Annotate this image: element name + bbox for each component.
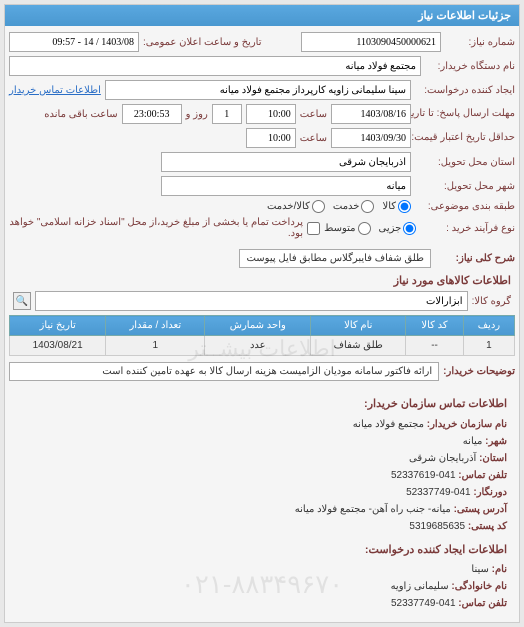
province-label: استان محل تحویل: [415, 157, 515, 168]
city-label: شهر محل تحویل: [415, 181, 515, 192]
r-name: سینا [471, 564, 488, 575]
panel-body: شماره نیاز: تاریخ و ساعت اعلان عمومی: نا… [5, 26, 519, 622]
process-radio-group: جزیی متوسط [324, 222, 416, 235]
proc-partial-radio[interactable]: جزیی [379, 222, 417, 235]
announce-input[interactable] [9, 32, 139, 52]
td-5: 1403/08/21 [10, 336, 106, 356]
group-input[interactable] [35, 291, 468, 311]
days-and-label: روز و [186, 109, 208, 120]
creator-label: ایجاد کننده درخواست: [415, 85, 515, 96]
summary-label: شرح کلی نیاز: [435, 253, 515, 264]
c-phone-l: تلفن تماس: [458, 470, 507, 481]
contact-link[interactable]: اطلاعات تماس خریدار [9, 85, 101, 96]
time-label-1: ساعت [300, 109, 327, 120]
c-addr: میانه- جنب راه آهن- مجتمع فولاد میانه [295, 504, 451, 515]
items-section-title: اطلاعات کالاهای مورد نیاز [13, 274, 511, 287]
th-3: واحد شمارش [205, 316, 311, 336]
days-remain-input[interactable] [212, 104, 242, 124]
requester-title: اطلاعات ایجاد کننده درخواست: [21, 541, 507, 560]
c-postal-l: کد پستی: [468, 521, 507, 532]
validity-time-input[interactable] [246, 128, 296, 148]
th-1: کد کالا [406, 316, 464, 336]
req-no-input[interactable] [301, 32, 441, 52]
r-lname: سلیمانی زاویه [391, 581, 449, 592]
city-input[interactable] [161, 176, 411, 196]
r-lname-l: نام خانوادگی: [451, 581, 507, 592]
c-org: مجتمع فولاد میانه [353, 419, 424, 430]
type-khedmat-radio[interactable]: خدمت [333, 200, 375, 213]
td-4: 1 [106, 336, 205, 356]
proc-note-checkbox[interactable]: پرداخت تمام یا بخشی از مبلغ خرید،از محل … [9, 217, 320, 239]
time-remain-label: ساعت باقی مانده [44, 109, 117, 120]
table-row: 1 -- طلق شفاف عدد 1 1403/08/21 [10, 336, 515, 356]
time-remain-input[interactable] [122, 104, 182, 124]
c-addr-l: آدرس پستی: [454, 504, 507, 515]
td-2: طلق شفاف [311, 336, 406, 356]
validity-label: حداقل تاریخ اعتبار قیمت: تا تاریخ: [415, 132, 515, 144]
r-name-l: نام: [492, 564, 507, 575]
type-kala-radio[interactable]: کالا [382, 200, 411, 213]
panel-title: جزئیات اطلاعات نیاز [5, 5, 519, 26]
proc-medium-radio[interactable]: متوسط [324, 222, 370, 235]
req-no-label: شماره نیاز: [445, 37, 515, 48]
summary-box: طلق شفاف فایبرگلاس مطابق فایل پیوست [239, 249, 431, 268]
c-phone: 041-52337619 [391, 470, 456, 481]
th-4: تعداد / مقدار [106, 316, 205, 336]
deadline-date-input[interactable] [331, 104, 411, 124]
details-panel: جزئیات اطلاعات نیاز شماره نیاز: تاریخ و … [4, 4, 520, 623]
th-5: تاریخ نیاز [10, 316, 106, 336]
items-table: ردیف کد کالا نام کالا واحد شمارش تعداد /… [9, 315, 515, 356]
creator-input[interactable] [105, 80, 411, 100]
r-phone-l: تلفن تماس: [458, 598, 507, 609]
c-org-l: نام سازمان خریدار: [427, 419, 507, 430]
c-fax: 041-52337749 [406, 487, 471, 498]
type-both-radio[interactable]: کالا/خدمت [267, 200, 325, 213]
contact-title: اطلاعات تماس سازمان خریدار: [21, 395, 507, 414]
search-icon[interactable]: 🔍 [13, 292, 31, 310]
table-header-row: ردیف کد کالا نام کالا واحد شمارش تعداد /… [10, 316, 515, 336]
validity-date-input[interactable] [331, 128, 411, 148]
buyer-org-input[interactable] [9, 56, 421, 76]
c-city: میانه [463, 436, 483, 447]
process-label: نوع فرآیند خرید : [420, 223, 515, 234]
th-0: ردیف [463, 316, 514, 336]
time-label-2: ساعت [300, 133, 327, 144]
c-city-l: شهر: [485, 436, 507, 447]
group-label: گروه کالا: [472, 296, 511, 307]
c-postal: 5319685635 [409, 521, 465, 532]
c-fax-l: دورنگار: [473, 487, 507, 498]
th-2: نام کالا [311, 316, 406, 336]
buyer-desc-label: توضیحات خریدار: [443, 366, 515, 377]
r-phone: 041-52337749 [391, 598, 456, 609]
announce-label: تاریخ و ساعت اعلان عمومی: [143, 37, 262, 48]
deadline-time-input[interactable] [246, 104, 296, 124]
type-label: طبقه بندی موضوعی: [415, 201, 515, 212]
type-radio-group: کالا خدمت کالا/خدمت [267, 200, 411, 213]
td-1: -- [406, 336, 464, 356]
buyer-org-label: نام دستگاه خریدار: [425, 61, 515, 72]
c-prov: آذربایجان شرقی [409, 453, 476, 464]
buyer-desc-box: ارائه فاکتور سامانه مودیان الزامیست هزین… [9, 362, 439, 381]
deadline-label: مهلت ارسال پاسخ: تا تاریخ: [415, 108, 515, 120]
td-0: 1 [463, 336, 514, 356]
contact-info-block: اطلاعات تماس سازمان خریدار: نام سازمان خ… [9, 385, 515, 616]
td-3: عدد [205, 336, 311, 356]
province-input[interactable] [161, 152, 411, 172]
c-prov-l: استان: [479, 453, 507, 464]
table-wrap: ردیف کد کالا نام کالا واحد شمارش تعداد /… [9, 315, 515, 356]
